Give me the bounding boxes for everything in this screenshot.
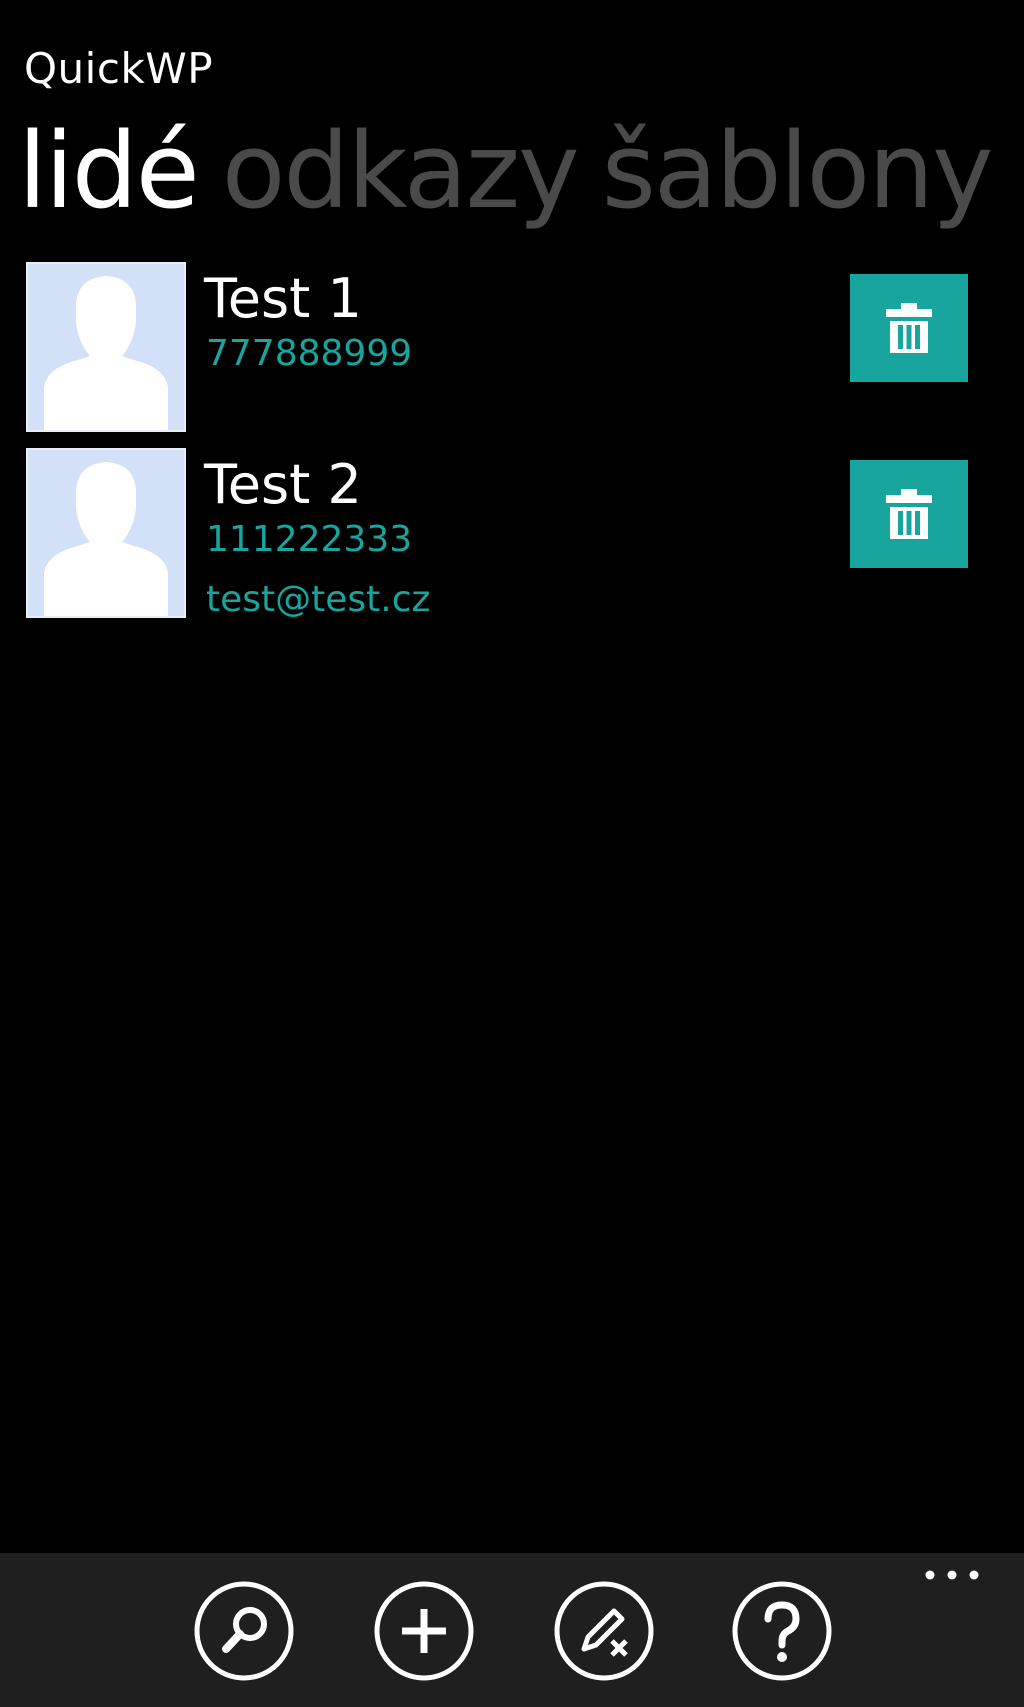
- pivot-item-sablony[interactable]: šablony: [602, 110, 994, 232]
- delete-contact-button[interactable]: [850, 460, 968, 568]
- add-contact-button[interactable]: [372, 1579, 476, 1683]
- contact-email[interactable]: test@test.cz: [206, 578, 430, 622]
- help-button[interactable]: [730, 1579, 834, 1683]
- trash-icon: [886, 489, 932, 539]
- trash-icon: [886, 303, 932, 353]
- app-screen: QuickWP lidé odkazy šablony Test 1 7778889…: [0, 0, 1024, 1707]
- pivot-header: lidé odkazy šablony: [18, 106, 1024, 236]
- pivot-item-odkazy[interactable]: odkazy: [222, 110, 580, 232]
- search-icon: [194, 1581, 294, 1681]
- person-silhouette-icon: [26, 448, 186, 618]
- delete-contact-button[interactable]: [850, 274, 968, 382]
- application-bar: [0, 1553, 1024, 1707]
- edit-clear-button[interactable]: [552, 1579, 656, 1683]
- contact-phone[interactable]: 111222333: [206, 518, 412, 562]
- contact-item[interactable]: Test 1 777888999: [26, 262, 1006, 434]
- person-silhouette-icon: [26, 262, 186, 432]
- edit-clear-icon: [554, 1581, 654, 1681]
- add-icon: [374, 1581, 474, 1681]
- more-options-button[interactable]: [916, 1559, 996, 1599]
- app-title: QuickWP: [24, 44, 214, 93]
- contact-item[interactable]: Test 2 111222333 test@test.cz: [26, 448, 1006, 620]
- help-icon: [732, 1581, 832, 1681]
- contact-name: Test 2: [204, 453, 362, 516]
- search-button[interactable]: [192, 1579, 296, 1683]
- contact-phone[interactable]: 777888999: [206, 332, 412, 376]
- contact-name: Test 1: [204, 267, 362, 330]
- pivot-item-lide[interactable]: lidé: [18, 110, 200, 232]
- more-dots-icon: [925, 1570, 979, 1580]
